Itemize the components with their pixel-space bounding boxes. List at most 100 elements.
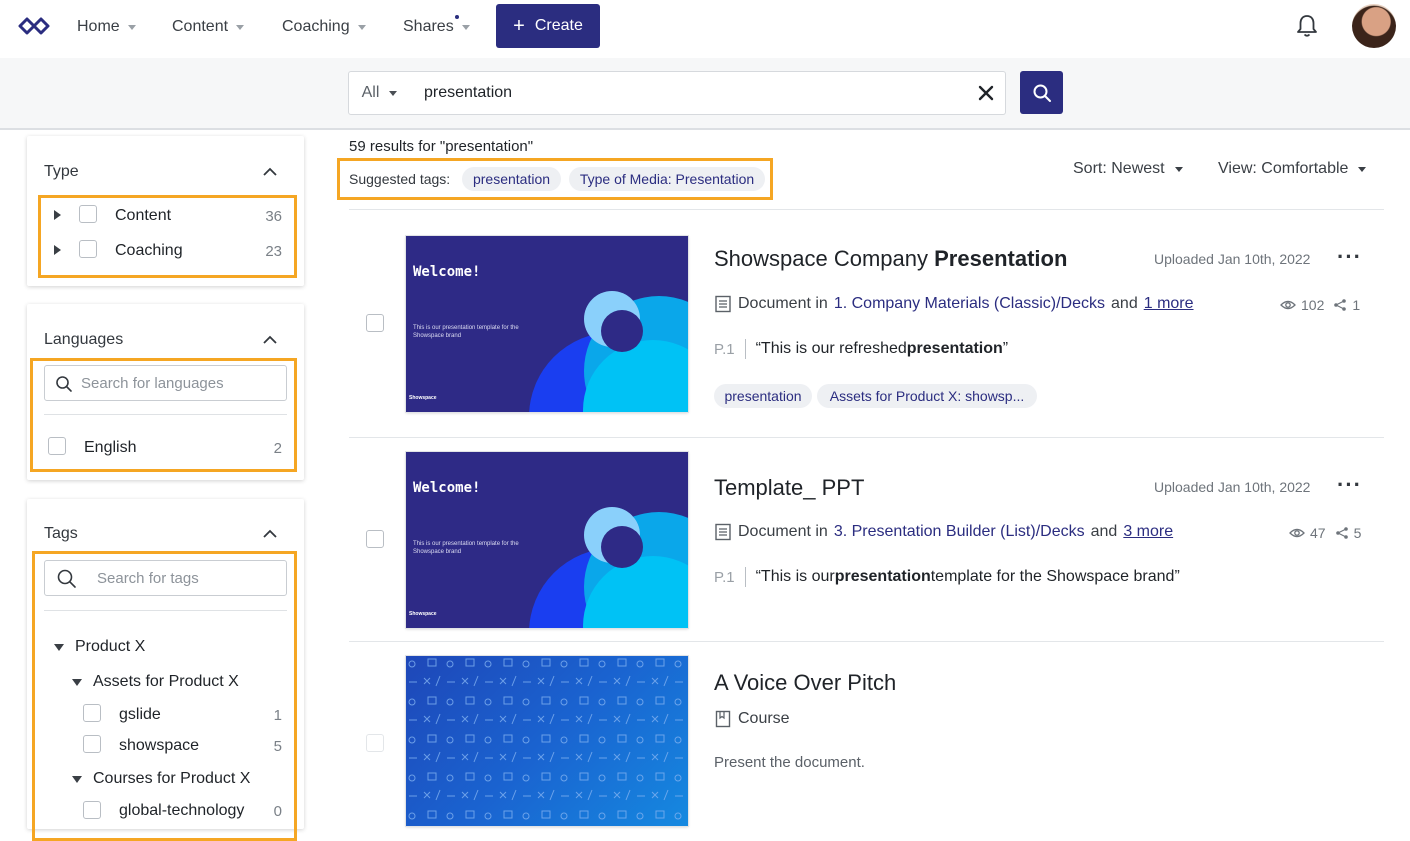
search-scope-select[interactable]: All: [348, 71, 411, 115]
expand-arrow-icon[interactable]: [54, 245, 61, 255]
page-number: P.1: [714, 567, 746, 587]
sort-label: Sort: Newest: [1073, 160, 1165, 177]
type-filter-title: Type: [44, 163, 79, 180]
result-thumbnail[interactable]: [406, 656, 688, 826]
tag-gslide-checkbox[interactable]: [83, 704, 101, 722]
nav-shares[interactable]: Shares: [403, 15, 470, 38]
result-thumbnail[interactable]: Welcome! This is our presentation templa…: [406, 236, 688, 412]
tag-showspace-checkbox[interactable]: [83, 735, 101, 753]
more-options-icon[interactable]: ···: [1337, 474, 1362, 496]
tag-global-technology-label: global-technology: [119, 802, 245, 819]
tag-group-courses[interactable]: Courses for Product X: [93, 770, 250, 788]
thumbnail-brand: Showspace: [409, 611, 437, 617]
thumbnail-brand: Showspace: [409, 395, 437, 401]
suggested-tag-chip[interactable]: presentation: [462, 167, 561, 191]
type-content-checkbox[interactable]: [79, 205, 97, 223]
nav-home[interactable]: Home: [77, 16, 136, 38]
result-stats: 47 5: [1289, 525, 1361, 541]
share-count: 5: [1353, 525, 1362, 541]
chevron-down-icon: [236, 24, 245, 30]
bell-icon[interactable]: [1296, 14, 1318, 38]
chevron-up-icon[interactable]: [263, 529, 277, 538]
result-checkbox[interactable]: [366, 314, 384, 332]
result-title-highlight: Presentation: [934, 246, 1068, 271]
view-dropdown[interactable]: View: Comfortable: [1218, 160, 1367, 178]
more-options-icon[interactable]: ···: [1337, 246, 1362, 268]
nav-content[interactable]: Content: [172, 16, 245, 38]
chevron-down-icon: [127, 24, 136, 30]
document-icon: [715, 295, 731, 313]
language-english-count: 2: [273, 440, 282, 457]
location-link[interactable]: 3. Presentation Builder (List)/Decks: [834, 523, 1085, 541]
result-title[interactable]: Showspace Company Presentation: [714, 246, 1067, 272]
suggested-tag-chip[interactable]: Type of Media: Presentation: [569, 167, 765, 191]
doc-type: Course: [738, 710, 790, 727]
result-thumbnail[interactable]: Welcome! This is our presentation templa…: [406, 452, 688, 628]
language-english-checkbox[interactable]: [48, 437, 66, 455]
result-type: Course: [714, 710, 790, 728]
close-icon[interactable]: [977, 84, 995, 102]
snippet-text: “This is our: [755, 568, 835, 585]
nav-home-label: Home: [77, 18, 120, 35]
snippet-highlight: presentation: [906, 340, 1003, 357]
view-count: 47: [1310, 525, 1326, 541]
type-coaching-label: Coaching: [115, 242, 183, 259]
search-button[interactable]: [1020, 71, 1063, 114]
and-text: and: [1090, 523, 1118, 540]
snippet-highlight: presentation: [834, 568, 931, 585]
tag-global-technology-count: 0: [273, 803, 282, 820]
result-description: Present the document.: [714, 754, 865, 771]
thumbnail-shape: [601, 310, 643, 352]
result-title[interactable]: A Voice Over Pitch: [714, 670, 896, 696]
collapse-arrow-icon[interactable]: [72, 776, 82, 783]
search-input[interactable]: presentation: [410, 71, 1006, 115]
upload-date: Uploaded Jan 10th, 2022: [1154, 479, 1311, 495]
result-snippet: P.1 “This is our refreshed presentation”: [714, 339, 1008, 359]
result-tag-chip[interactable]: presentation: [714, 384, 812, 408]
tag-group-product-x[interactable]: Product X: [75, 638, 145, 656]
tag-gslide-label: gslide: [119, 706, 161, 723]
sort-dropdown[interactable]: Sort: Newest: [1073, 160, 1183, 178]
tag-group-assets[interactable]: Assets for Product X: [93, 673, 239, 691]
plus-icon: +: [513, 15, 525, 37]
type-coaching-checkbox[interactable]: [79, 240, 97, 258]
infinity-logo-icon[interactable]: [16, 14, 52, 38]
expand-arrow-icon[interactable]: [54, 210, 61, 220]
chevron-down-icon: [357, 24, 366, 30]
languages-filter-title: Languages: [44, 331, 124, 348]
collapse-arrow-icon[interactable]: [54, 644, 64, 651]
share-icon: [1334, 299, 1347, 311]
create-button[interactable]: + Create: [496, 4, 600, 48]
eye-icon: [1280, 300, 1296, 310]
more-locations-link[interactable]: 1 more: [1144, 295, 1194, 313]
result-title[interactable]: Template_ PPT: [714, 475, 864, 501]
view-label: View: Comfortable: [1218, 160, 1349, 177]
type-content-count: 36: [265, 208, 282, 225]
collapse-arrow-icon[interactable]: [72, 679, 82, 686]
result-location: Document in 1. Company Materials (Classi…: [714, 295, 1194, 313]
search-scope-label: All: [361, 84, 380, 101]
result-tag-chip[interactable]: Assets for Product X: showsp...: [817, 384, 1037, 408]
tags-filter-title: Tags: [44, 525, 78, 542]
tag-global-technology-checkbox[interactable]: [83, 801, 101, 819]
more-locations-link[interactable]: 3 more: [1123, 523, 1173, 541]
tags-search-input[interactable]: Search for tags: [44, 560, 287, 596]
nav-coaching[interactable]: Coaching: [282, 16, 366, 38]
user-avatar[interactable]: [1352, 4, 1396, 48]
chevron-down-icon: [1358, 166, 1367, 172]
type-content-label: Content: [115, 207, 172, 224]
nav-content-label: Content: [172, 18, 229, 35]
snippet-text: ”: [1002, 340, 1009, 357]
languages-search-input[interactable]: Search for languages: [44, 365, 287, 401]
and-text: and: [1111, 295, 1138, 312]
share-count: 1: [1352, 297, 1361, 313]
result-checkbox[interactable]: [366, 734, 384, 752]
chevron-up-icon[interactable]: [263, 335, 277, 344]
type-filter-panel: Type Content 36 Coaching 23: [27, 136, 304, 286]
location-link[interactable]: 1. Company Materials (Classic)/Decks: [834, 295, 1105, 313]
result-checkbox[interactable]: [366, 530, 384, 548]
type-coaching-count: 23: [265, 243, 282, 260]
thumbnail-headline: Welcome!: [413, 264, 481, 280]
pattern-background: [406, 656, 688, 826]
chevron-up-icon[interactable]: [263, 167, 277, 176]
